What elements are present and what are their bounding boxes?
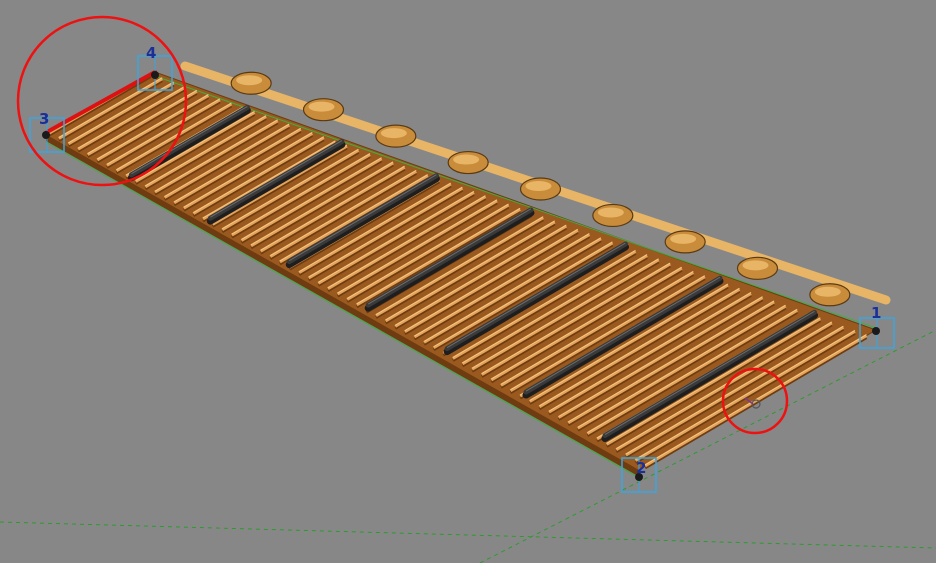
grip-2-label: 2 <box>636 459 646 477</box>
grip-1-label: 1 <box>871 304 881 322</box>
roof-model-canvas[interactable]: 1 2 3 4 <box>0 0 936 563</box>
grip-3-pin <box>42 131 50 139</box>
grip-1-pin <box>872 327 880 335</box>
grip-4-label: 4 <box>146 44 156 62</box>
ridge-tile-highlight <box>814 286 841 297</box>
3d-viewport[interactable]: 1 2 3 4 <box>0 0 936 563</box>
ridge-tile-highlight <box>525 181 552 191</box>
grip-3-label: 3 <box>39 110 49 128</box>
grip-4-pin <box>151 71 159 79</box>
ridge-tile-highlight <box>380 128 407 139</box>
ridge-tile-highlight <box>670 233 697 244</box>
ridge-tile-highlight <box>597 207 624 218</box>
ridge-tile-highlight <box>742 260 769 271</box>
ridge-tile-highlight <box>236 75 263 86</box>
ridge-tile-highlight <box>308 101 335 112</box>
axis-line-x <box>0 521 936 549</box>
ridge-tile-highlight <box>453 154 480 165</box>
